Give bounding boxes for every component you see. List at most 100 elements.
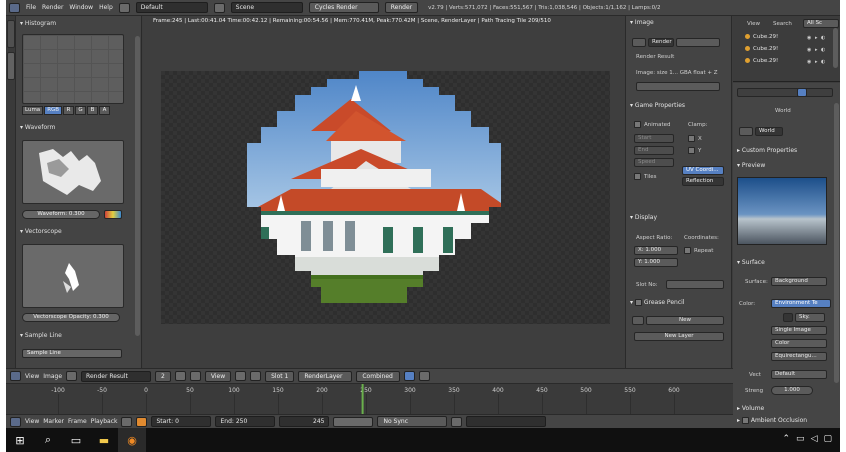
display-channels-icon[interactable]	[404, 371, 416, 381]
menu-frame[interactable]: Frame	[68, 418, 87, 425]
clamp-y-checkbox[interactable]	[688, 147, 695, 154]
image-source-buttons[interactable]	[636, 82, 720, 91]
tab-scopes[interactable]	[7, 52, 15, 80]
end-field[interactable]: End	[634, 146, 674, 155]
repeat-checkbox[interactable]	[684, 247, 691, 254]
timeline-playhead[interactable]	[361, 384, 364, 414]
sample-line-button[interactable]: Sample Line	[22, 349, 122, 358]
timeline-area[interactable]: -100 -50 0 50 100 150 200 250 300 350 400 450 500 550…	[6, 384, 733, 414]
scene-field[interactable]: Scene	[230, 2, 303, 13]
visibility-icons[interactable]: ◉ ▸ ◐	[807, 59, 826, 65]
end-frame-field[interactable]: End: 250	[215, 416, 276, 427]
outliner-display-mode[interactable]: All Sc	[803, 19, 839, 28]
volume-icon[interactable]: ◁	[811, 434, 818, 444]
waveform-mode-icon[interactable]	[104, 210, 122, 219]
preview-header[interactable]: ▾ Preview	[737, 162, 765, 169]
render-engine-dropdown[interactable]: Cycles Render	[308, 2, 379, 13]
channel-luma[interactable]: Luma	[22, 106, 44, 115]
channel-b[interactable]: B	[87, 106, 99, 115]
record-icon[interactable]	[121, 416, 133, 427]
visibility-icons[interactable]: ◉ ▸ ◐	[807, 47, 826, 53]
scene-icon[interactable]	[213, 2, 225, 13]
world-browse-icon[interactable]	[739, 127, 753, 136]
grease-pencil-checkbox[interactable]	[634, 299, 642, 306]
editor-type-icon[interactable]	[10, 416, 21, 427]
ambient-occlusion-header[interactable]: ▸ Ambient Occlusion	[737, 417, 807, 424]
menu-image[interactable]: Image	[43, 373, 62, 380]
outliner-item[interactable]: Cube.29! ◉ ▸ ◐	[745, 58, 825, 67]
search-icon[interactable]: ⌕	[34, 428, 62, 452]
world-scrollbar[interactable]	[834, 103, 839, 383]
alpha-icon[interactable]	[419, 371, 431, 381]
waveform-header[interactable]: ▾ Waveform	[20, 124, 55, 134]
pivot-icon[interactable]	[235, 371, 247, 381]
histogram-header[interactable]: ▾ Histogram	[20, 20, 56, 30]
ambient-occlusion-checkbox[interactable]	[741, 417, 749, 424]
channel-r[interactable]: R	[63, 106, 75, 115]
outliner-search-menu[interactable]: Search	[773, 21, 792, 27]
windows-start-icon[interactable]: ⊞	[6, 428, 34, 452]
custom-properties-header[interactable]: ▸ Custom Properties	[737, 147, 797, 154]
channel-g[interactable]: G	[75, 106, 87, 115]
fake-user-icon[interactable]	[174, 371, 186, 381]
clamp-x-checkbox[interactable]	[688, 135, 695, 142]
image-render-field[interactable]: Render	[648, 38, 674, 47]
grease-new-button[interactable]: New	[646, 316, 724, 325]
image-name-field[interactable]: Render Result	[81, 370, 152, 382]
display-header[interactable]: ▾ Display	[630, 214, 657, 221]
slot-no-field[interactable]	[666, 280, 724, 289]
snap-icon[interactable]	[250, 371, 262, 381]
visibility-icons[interactable]: ◉ ▸ ◐	[807, 35, 826, 41]
outliner-scrollbar[interactable]	[833, 28, 838, 68]
image-slot-buttons[interactable]	[676, 38, 720, 47]
pin-icon[interactable]	[189, 371, 201, 381]
blender-app-icon[interactable]: ◉	[118, 428, 146, 452]
keying-icon[interactable]	[136, 416, 148, 427]
properties-tabs[interactable]	[737, 88, 833, 97]
tab-tools[interactable]	[7, 20, 15, 48]
surface-dropdown[interactable]: Background	[771, 277, 827, 286]
editor-type-icon[interactable]	[10, 371, 21, 381]
outliner-item[interactable]: Cube.29! ◉ ▸ ◐	[745, 46, 825, 55]
menu-marker[interactable]: Marker	[43, 418, 64, 425]
image-browse-icon[interactable]	[632, 38, 646, 47]
uv-coord-button[interactable]: UV Coordi...	[682, 166, 724, 175]
render-pass-dropdown[interactable]: Combined	[356, 370, 401, 382]
waveform-opacity-slider[interactable]: Waveform: 0.300	[22, 210, 100, 219]
aspect-y-field[interactable]: Y: 1.000	[634, 258, 678, 267]
outliner-view-menu[interactable]: View	[747, 21, 760, 27]
screen-layout-icon[interactable]	[118, 2, 130, 13]
view-mode-dropdown[interactable]: View	[204, 370, 232, 382]
projection-dropdown[interactable]: Equirectangu...	[771, 352, 827, 361]
start-field[interactable]: Start	[634, 134, 674, 143]
outliner-item[interactable]: Cube.29! ◉ ▸ ◐	[745, 34, 825, 43]
chevron-up-icon[interactable]: ⌃	[783, 434, 791, 444]
layout-field[interactable]: Default	[135, 2, 208, 13]
menu-view[interactable]: View	[25, 373, 39, 380]
file-explorer-icon[interactable]: ▬	[90, 428, 118, 452]
image-users-count[interactable]: 2	[155, 370, 171, 382]
single-image-dropdown[interactable]: Single Image	[771, 326, 827, 335]
vector-dropdown[interactable]: Default	[771, 370, 827, 379]
editor-type-icon[interactable]	[9, 2, 20, 13]
speed-field[interactable]: Speed	[634, 158, 674, 167]
channel-a[interactable]: A	[99, 106, 111, 115]
sky-image-field[interactable]: Sky.	[795, 313, 825, 322]
slot-dropdown[interactable]: Slot 1	[265, 370, 295, 382]
channel-rgb[interactable]: RGB	[44, 106, 63, 115]
color-space-dropdown[interactable]: Color	[771, 339, 827, 348]
playback-controls-icon[interactable]	[333, 416, 374, 427]
surface-header[interactable]: ▾ Surface	[737, 259, 765, 266]
volume-header[interactable]: ▸ Volume	[737, 405, 764, 412]
start-frame-field[interactable]: Start: 0	[151, 416, 212, 427]
menu-help[interactable]: Help	[99, 4, 113, 11]
pencil-icon[interactable]	[632, 316, 644, 325]
menu-file[interactable]: File	[26, 4, 36, 11]
keying-set-field[interactable]	[466, 416, 547, 427]
image-panel-header[interactable]: ▾ Image	[630, 19, 654, 26]
menu-window[interactable]: Window	[69, 4, 93, 11]
sample-line-header[interactable]: ▾ Sample Line	[20, 332, 62, 342]
tiles-checkbox[interactable]	[634, 173, 641, 180]
reflection-button[interactable]: Reflection	[682, 177, 724, 186]
grease-pencil-header[interactable]: ▾ Grease Pencil	[630, 299, 684, 306]
